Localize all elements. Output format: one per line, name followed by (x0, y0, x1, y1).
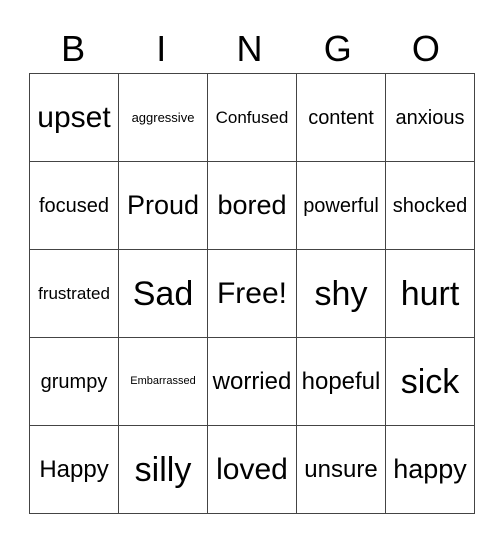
bingo-cell[interactable]: shy (296, 249, 386, 338)
grid-row: upset aggressive Confused content anxiou… (29, 73, 475, 162)
bingo-cell[interactable]: Happy (29, 425, 119, 514)
grid-row: grumpy Embarrassed worried hopeful sick (29, 337, 475, 426)
header-letter-b: B (61, 28, 86, 69)
bingo-cell[interactable]: unsure (296, 425, 386, 514)
bingo-cell[interactable]: hopeful (296, 337, 386, 426)
bingo-cell[interactable]: Proud (118, 161, 208, 250)
header-letter-n: N (236, 28, 263, 69)
bingo-header: B I N G O (29, 26, 470, 72)
bingo-cell[interactable]: focused (29, 161, 119, 250)
bingo-cell[interactable]: bored (207, 161, 297, 250)
header-letter-o: O (411, 28, 440, 69)
bingo-cell[interactable]: content (296, 73, 386, 162)
bingo-cell[interactable]: grumpy (29, 337, 119, 426)
bingo-cell[interactable]: frustrated (29, 249, 119, 338)
header-letter-g: G (323, 28, 352, 69)
bingo-cell[interactable]: loved (207, 425, 297, 514)
bingo-cell[interactable]: Embarrassed (118, 337, 208, 426)
grid-row: frustrated Sad Free! shy hurt (29, 249, 475, 338)
bingo-cell[interactable]: silly (118, 425, 208, 514)
bingo-cell[interactable]: happy (385, 425, 475, 514)
bingo-cell[interactable]: worried (207, 337, 297, 426)
bingo-cell[interactable]: aggressive (118, 73, 208, 162)
bingo-cell[interactable]: anxious (385, 73, 475, 162)
bingo-grid: upset aggressive Confused content anxiou… (29, 73, 475, 514)
free-space-cell[interactable]: Free! (207, 249, 297, 338)
bingo-cell[interactable]: powerful (296, 161, 386, 250)
bingo-cell[interactable]: sick (385, 337, 475, 426)
bingo-cell[interactable]: hurt (385, 249, 475, 338)
bingo-cell[interactable]: Sad (118, 249, 208, 338)
bingo-cell[interactable]: upset (29, 73, 119, 162)
bingo-cell[interactable]: shocked (385, 161, 475, 250)
grid-row: Happy silly loved unsure happy (29, 425, 475, 514)
bingo-cell[interactable]: Confused (207, 73, 297, 162)
grid-row: focused Proud bored powerful shocked (29, 161, 475, 250)
header-letter-i: I (156, 28, 167, 69)
